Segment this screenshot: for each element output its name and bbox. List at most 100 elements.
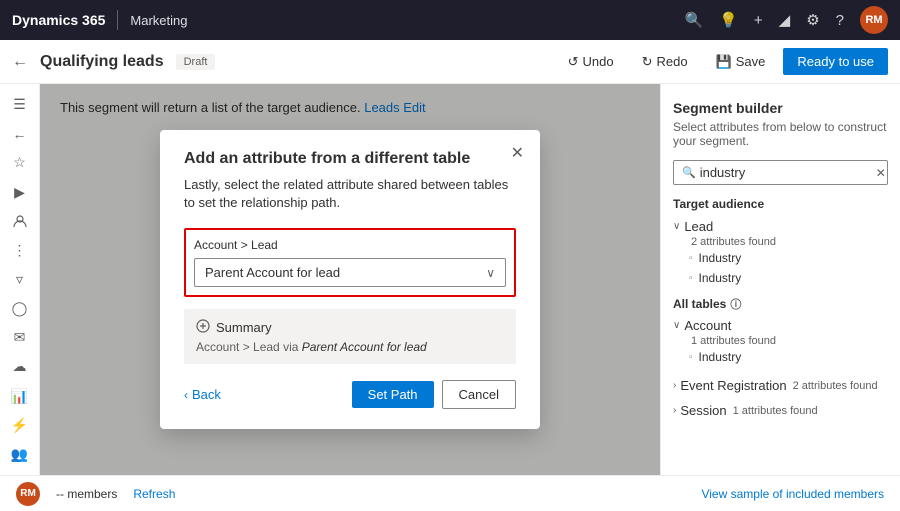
help-icon[interactable]: ? xyxy=(836,12,844,29)
content-area: This segment will return a list of the t… xyxy=(40,84,660,475)
sidebar-icon-cloud[interactable]: ☁ xyxy=(4,354,36,379)
tree-item-account-industry[interactable]: ▫ Industry xyxy=(673,347,888,367)
search-icon[interactable]: 🔍 xyxy=(685,11,704,29)
tree-item-industry-2[interactable]: ▫ Industry xyxy=(673,268,888,288)
sidebar-icon-lightning[interactable]: ⚡ xyxy=(4,413,36,438)
modal-title: Add an attribute from a different table xyxy=(184,150,516,168)
dropdown-arrow-icon: ∨ xyxy=(486,266,495,280)
sidebar-icon-email[interactable]: ✉ xyxy=(4,325,36,350)
lead-group: ∨ Lead 2 attributes found ▫ Industry ▫ I… xyxy=(673,217,888,288)
sidebar-icon-menu[interactable]: ☰ xyxy=(4,92,36,117)
modal-close-button[interactable]: ✕ xyxy=(511,146,524,162)
status-bar: RM -- members Refresh View sample of inc… xyxy=(0,475,900,511)
modal-description: Lastly, select the related attribute sha… xyxy=(184,176,516,212)
tree-item-label-3: Industry xyxy=(699,350,742,364)
tree-item-industry-1[interactable]: ▫ Industry xyxy=(673,248,888,268)
event-group[interactable]: › Event Registration 2 attributes found xyxy=(673,375,888,396)
undo-label: Undo xyxy=(583,54,614,69)
top-navigation: Dynamics 365 Marketing 🔍 💡 + ◢ ⚙ ? RM xyxy=(0,0,900,40)
modal-footer: ‹ Back Set Path Cancel xyxy=(184,380,516,409)
search-clear-icon[interactable]: ✕ xyxy=(876,166,886,180)
account-group-header[interactable]: ∨ Account xyxy=(673,316,888,335)
search-icon: 🔍 xyxy=(682,166,696,179)
sidebar-icon-back[interactable]: ← xyxy=(4,121,36,146)
save-label: Save xyxy=(736,54,766,69)
all-tables-label: All tables ⓘ xyxy=(673,296,888,312)
lead-group-count: 2 attributes found xyxy=(675,236,888,248)
lead-chevron-icon: ∨ xyxy=(673,221,680,232)
event-group-count: 2 attributes found xyxy=(793,380,878,392)
nav-divider xyxy=(117,10,118,30)
sidebar-icon-play[interactable]: ▶ xyxy=(4,179,36,204)
redo-button[interactable]: ↻ Redo xyxy=(632,50,698,74)
table-icon-2: ▫ xyxy=(689,273,693,284)
status-badge: Draft xyxy=(176,54,216,70)
account-group-name: Account xyxy=(684,318,731,333)
tree-item-label-1: Industry xyxy=(699,251,742,265)
status-avatar: RM xyxy=(16,482,40,506)
back-button[interactable]: ← xyxy=(12,53,28,71)
dropdown-parent-account[interactable]: Parent Account for lead ∨ xyxy=(194,258,506,287)
save-icon: 💾 xyxy=(716,54,732,70)
redo-icon: ↻ xyxy=(642,54,653,70)
undo-button[interactable]: ↺ Undo xyxy=(558,50,624,74)
sidebar-title: Segment builder xyxy=(673,100,888,116)
account-group-count: 1 attributes found xyxy=(675,335,888,347)
tree-item-label-2: Industry xyxy=(699,271,742,285)
members-count: -- members xyxy=(56,487,117,501)
brand-label: Dynamics 365 xyxy=(12,12,105,28)
undo-icon: ↺ xyxy=(568,54,579,70)
settings-icon[interactable]: ⚙ xyxy=(806,11,819,29)
refresh-button[interactable]: Refresh xyxy=(133,487,175,501)
set-path-button[interactable]: Set Path xyxy=(352,381,434,408)
relation-section: Account > Lead Parent Account for lead ∨ xyxy=(184,228,516,297)
back-label: Back xyxy=(192,387,221,402)
summary-icon xyxy=(196,319,210,336)
lightbulb-icon[interactable]: 💡 xyxy=(719,11,738,29)
session-group[interactable]: › Session 1 attributes found xyxy=(673,400,888,421)
sidebar-icon-chart[interactable]: 📊 xyxy=(4,384,36,409)
brand: Dynamics 365 xyxy=(12,12,105,28)
lead-group-name: Lead xyxy=(684,219,713,234)
session-chevron-icon: › xyxy=(673,405,676,416)
avatar[interactable]: RM xyxy=(860,6,888,34)
modal-overlay: ✕ Add an attribute from a different tabl… xyxy=(40,84,660,475)
back-chevron-icon: ‹ xyxy=(184,388,188,402)
table-icon-3: ▫ xyxy=(689,352,693,363)
summary-text: Account > Lead via Parent Account for le… xyxy=(196,340,504,354)
event-chevron-icon: › xyxy=(673,380,676,391)
sidebar-icon-star[interactable]: ☆ xyxy=(4,150,36,175)
module-label: Marketing xyxy=(130,13,187,28)
cancel-button[interactable]: Cancel xyxy=(442,380,516,409)
sidebar-icon-grid[interactable]: ⋮ xyxy=(4,238,36,263)
account-group: ∨ Account 1 attributes found ▫ Industry xyxy=(673,316,888,367)
sidebar-icon-circle[interactable]: ◯ xyxy=(4,296,36,321)
sidebar-subtitle: Select attributes from below to construc… xyxy=(673,120,888,148)
sidebar-icon-filter[interactable]: ▿ xyxy=(4,267,36,292)
account-chevron-icon: ∨ xyxy=(673,320,680,331)
ready-to-use-button[interactable]: Ready to use xyxy=(783,48,888,75)
dropdown-value: Parent Account for lead xyxy=(205,265,486,280)
left-sidebar: ☰ ← ☆ ▶ ⋮ ▿ ◯ ✉ ☁ 📊 ⚡ 👥 xyxy=(0,84,40,475)
info-icon: ⓘ xyxy=(730,296,741,312)
table-icon-1: ▫ xyxy=(689,253,693,264)
lead-group-header[interactable]: ∨ Lead xyxy=(673,217,888,236)
add-icon[interactable]: + xyxy=(754,12,763,29)
summary-header: Summary xyxy=(196,319,504,336)
summary-section: Summary Account > Lead via Parent Accoun… xyxy=(184,309,516,364)
sidebar-icon-contacts[interactable] xyxy=(4,209,36,234)
save-button[interactable]: 💾 Save xyxy=(706,50,776,74)
view-sample-link[interactable]: View sample of included members xyxy=(701,487,884,501)
back-button-modal[interactable]: ‹ Back xyxy=(184,387,221,402)
main-layout: ☰ ← ☆ ▶ ⋮ ▿ ◯ ✉ ☁ 📊 ⚡ 👥 This segment wil… xyxy=(0,84,900,475)
session-group-count: 1 attributes found xyxy=(733,405,818,417)
search-box[interactable]: 🔍 ✕ xyxy=(673,160,888,185)
relation-label: Account > Lead xyxy=(194,238,506,252)
modal-dialog: ✕ Add an attribute from a different tabl… xyxy=(160,130,540,429)
page-title: Qualifying leads xyxy=(40,53,164,71)
session-group-name: Session xyxy=(680,403,726,418)
event-group-name: Event Registration xyxy=(680,378,786,393)
search-input[interactable] xyxy=(700,165,876,180)
filter-icon[interactable]: ◢ xyxy=(779,11,791,29)
sidebar-icon-people[interactable]: 👥 xyxy=(4,442,36,467)
